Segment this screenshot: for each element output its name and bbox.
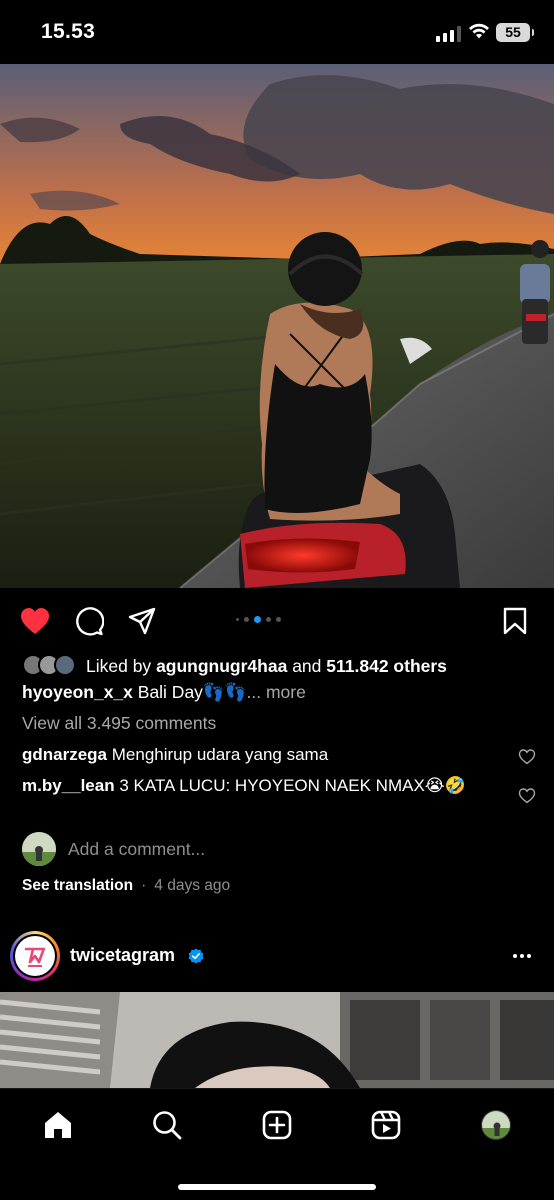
nav-profile[interactable]	[478, 1107, 514, 1143]
bookmark-icon	[503, 607, 527, 635]
next-post-photo[interactable]	[0, 992, 554, 1088]
share-icon	[128, 607, 156, 635]
next-post-username[interactable]: twicetagram	[70, 945, 175, 966]
post-meta-row: See translation · 4 days ago	[22, 877, 230, 895]
status-bar: 15.53 55	[0, 0, 554, 64]
nav-reels[interactable]	[368, 1107, 404, 1143]
carousel-dot-active	[254, 616, 261, 623]
post-timestamp: 4 days ago	[154, 877, 231, 894]
post-caption: hyoyeon_x_x Bali Day👣👣... more	[22, 682, 306, 703]
liked-by-and: and	[292, 655, 322, 676]
more-options-icon[interactable]	[513, 954, 531, 958]
status-time: 15.53	[41, 20, 96, 43]
bottom-nav	[0, 1088, 554, 1200]
see-translation-link[interactable]: See translation	[22, 877, 133, 895]
caption-username[interactable]: hyoyeon_x_x	[22, 682, 133, 702]
carousel-dot	[244, 617, 249, 622]
reels-icon	[371, 1110, 401, 1140]
view-all-comments-link[interactable]: View all 3.495 comments	[22, 713, 216, 734]
home-icon	[45, 1112, 71, 1138]
save-button[interactable]	[498, 604, 532, 638]
nav-create[interactable]	[259, 1107, 295, 1143]
avatar	[22, 832, 56, 866]
avatar	[54, 654, 76, 676]
comment-text: Menghirup udara yang sama	[111, 745, 329, 764]
carousel-dot	[266, 617, 271, 622]
caption-text: Bali Day👣👣	[137, 682, 247, 702]
twice-logo	[15, 936, 55, 976]
liked-by-row[interactable]: Liked by agungnugr4haa and 511.842 other…	[22, 654, 447, 678]
share-button[interactable]	[125, 604, 159, 638]
carousel-indicator	[236, 616, 281, 623]
comment-item: m.by__lean 3 KATA LUCU: HYOYEON NAEK NMA…	[22, 774, 492, 798]
verified-badge-icon	[188, 948, 204, 964]
create-icon	[262, 1110, 292, 1140]
liked-by-username[interactable]: agungnugr4haa	[156, 656, 287, 677]
nav-search[interactable]	[149, 1107, 185, 1143]
comment-button[interactable]	[72, 604, 106, 638]
comment-icon	[76, 607, 104, 636]
liked-by-prefix: Liked by	[86, 655, 152, 676]
add-comment-input[interactable]: Add a comment...	[68, 839, 205, 860]
story-ring[interactable]	[10, 931, 60, 981]
comment-item: gdnarzega Menghirup udara yang sama	[22, 743, 492, 767]
like-button[interactable]	[18, 604, 52, 638]
comment-username[interactable]: m.by__lean	[22, 776, 115, 795]
post-action-row	[0, 600, 554, 644]
signal-icon	[436, 26, 461, 42]
search-icon	[153, 1111, 182, 1140]
meta-separator: ·	[141, 877, 147, 894]
battery-indicator: 55	[496, 23, 534, 42]
carousel-dot	[236, 618, 239, 621]
comment-text: 3 KATA LUCU: HYOYEON NAEK NMAX😭🤣	[119, 776, 466, 795]
liker-avatars	[22, 654, 82, 678]
comment-like-icon[interactable]	[518, 748, 536, 766]
next-post-header: twicetagram	[0, 930, 554, 982]
home-indicator	[178, 1184, 376, 1190]
likes-count[interactable]: 511.842 others	[326, 656, 447, 677]
comment-username[interactable]: gdnarzega	[22, 745, 107, 764]
nav-home[interactable]	[40, 1107, 76, 1143]
profile-avatar	[481, 1110, 511, 1140]
heart-filled-icon	[21, 608, 49, 634]
add-comment-row[interactable]: Add a comment...	[22, 832, 205, 866]
post-photo[interactable]	[0, 64, 554, 588]
carousel-dot	[276, 617, 281, 622]
comment-like-icon[interactable]	[518, 787, 536, 805]
caption-more-link[interactable]: ... more	[247, 682, 306, 702]
wifi-icon	[469, 23, 489, 39]
